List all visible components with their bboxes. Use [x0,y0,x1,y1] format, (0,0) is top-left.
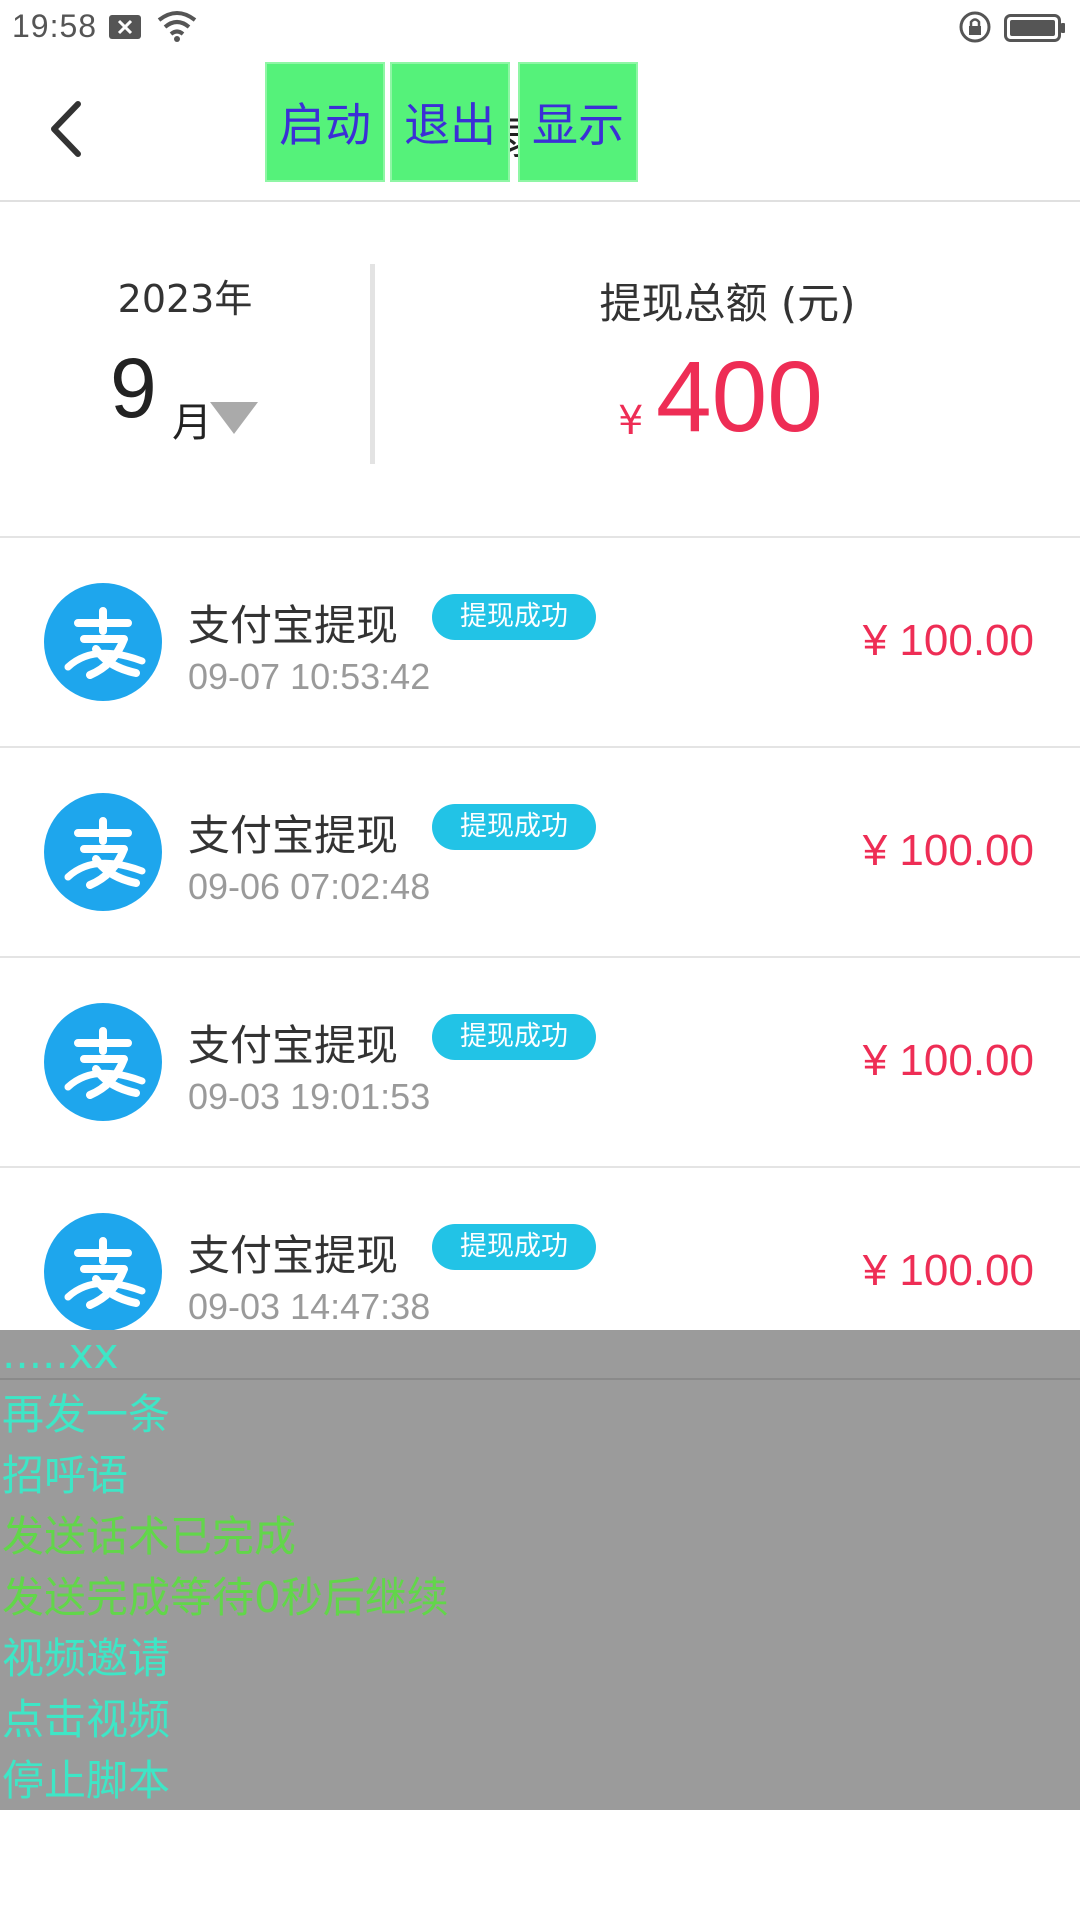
alipay-logo-icon [44,1003,162,1121]
battery-icon [1004,14,1065,42]
record-time: 09-06 07:02:48 [188,866,431,907]
alipay-logo-icon [44,583,162,701]
status-badge: 提现成功 [432,1014,596,1060]
record-time: 09-03 19:01:53 [188,1076,431,1117]
app-header: 录 启动 退出 显示 [0,54,1080,202]
withdraw-record-row[interactable]: 支付宝提现 提现成功 09-06 07:02:48 ¥ 100.00 [0,748,1080,958]
record-title: 支付宝提现 [188,811,399,860]
year-label: 2023年 [117,277,253,321]
log-line: 再发一条 [2,1390,171,1439]
show-button[interactable]: 显示 [518,62,638,182]
exit-button[interactable]: 退出 [390,62,510,182]
start-button[interactable]: 启动 [265,62,385,182]
back-button[interactable] [40,94,100,164]
status-badge: 提现成功 [432,804,596,850]
status-bar: 19:58 [0,0,1080,54]
script-log-panel: .....xx 再发一条招呼语发送话术已完成发送完成等待0秒后继续 视频邀请点击视频… [0,1330,1080,1810]
log-line: 发送完成等待0秒后继续 [2,1573,449,1622]
log-line: 发送话术已完成 [2,1512,297,1561]
month-unit[interactable]: 月 [172,390,212,448]
month-value[interactable]: 9 [110,340,157,437]
record-time: 09-03 14:47:38 [188,1286,431,1327]
withdraw-record-row[interactable]: 支付宝提现 提现成功 09-07 10:53:42 ¥ 100.00 [0,538,1080,748]
record-title: 支付宝提现 [188,1231,399,1280]
record-title: 支付宝提现 [188,1021,399,1070]
total-currency: ¥ [618,398,644,444]
total-amount: 400 [656,341,823,453]
total-label: 提现总额 (元) [599,279,856,328]
log-line: .....xx [2,1330,119,1378]
log-line: 点击视频 [2,1695,171,1744]
withdraw-summary: 2023年 9 月 提现总额 (元) ¥ 400 [0,202,1080,538]
record-amount: ¥ 100.00 [862,616,1034,665]
log-line: 招呼语 [2,1451,129,1500]
alipay-logo-icon [44,793,162,911]
log-line: 视频邀请 [2,1634,171,1683]
caret-down-icon[interactable] [210,402,258,434]
record-amount: ¥ 100.00 [862,826,1034,875]
record-amount: ¥ 100.00 [862,1036,1034,1085]
status-badge: 提现成功 [432,594,596,640]
alipay-logo-icon [44,1213,162,1331]
status-time: 19:58 [12,8,98,44]
log-divider [0,1378,1080,1380]
record-title: 支付宝提现 [188,601,399,650]
wifi-icon [157,11,197,42]
record-amount: ¥ 100.00 [862,1246,1034,1295]
status-badge: 提现成功 [432,1224,596,1270]
log-line: 停止脚本 [2,1756,171,1805]
back-chevron-icon [51,101,81,157]
withdraw-record-list: 支付宝提现 提现成功 09-07 10:53:42 ¥ 100.00 支付宝提现 提现成功… [0,538,1080,1378]
record-time: 09-07 10:53:42 [188,656,431,697]
notification-x-icon [109,15,141,39]
withdraw-record-row[interactable]: 支付宝提现 提现成功 09-03 19:01:53 ¥ 100.00 [0,958,1080,1168]
screen-lock-icon [959,11,991,43]
